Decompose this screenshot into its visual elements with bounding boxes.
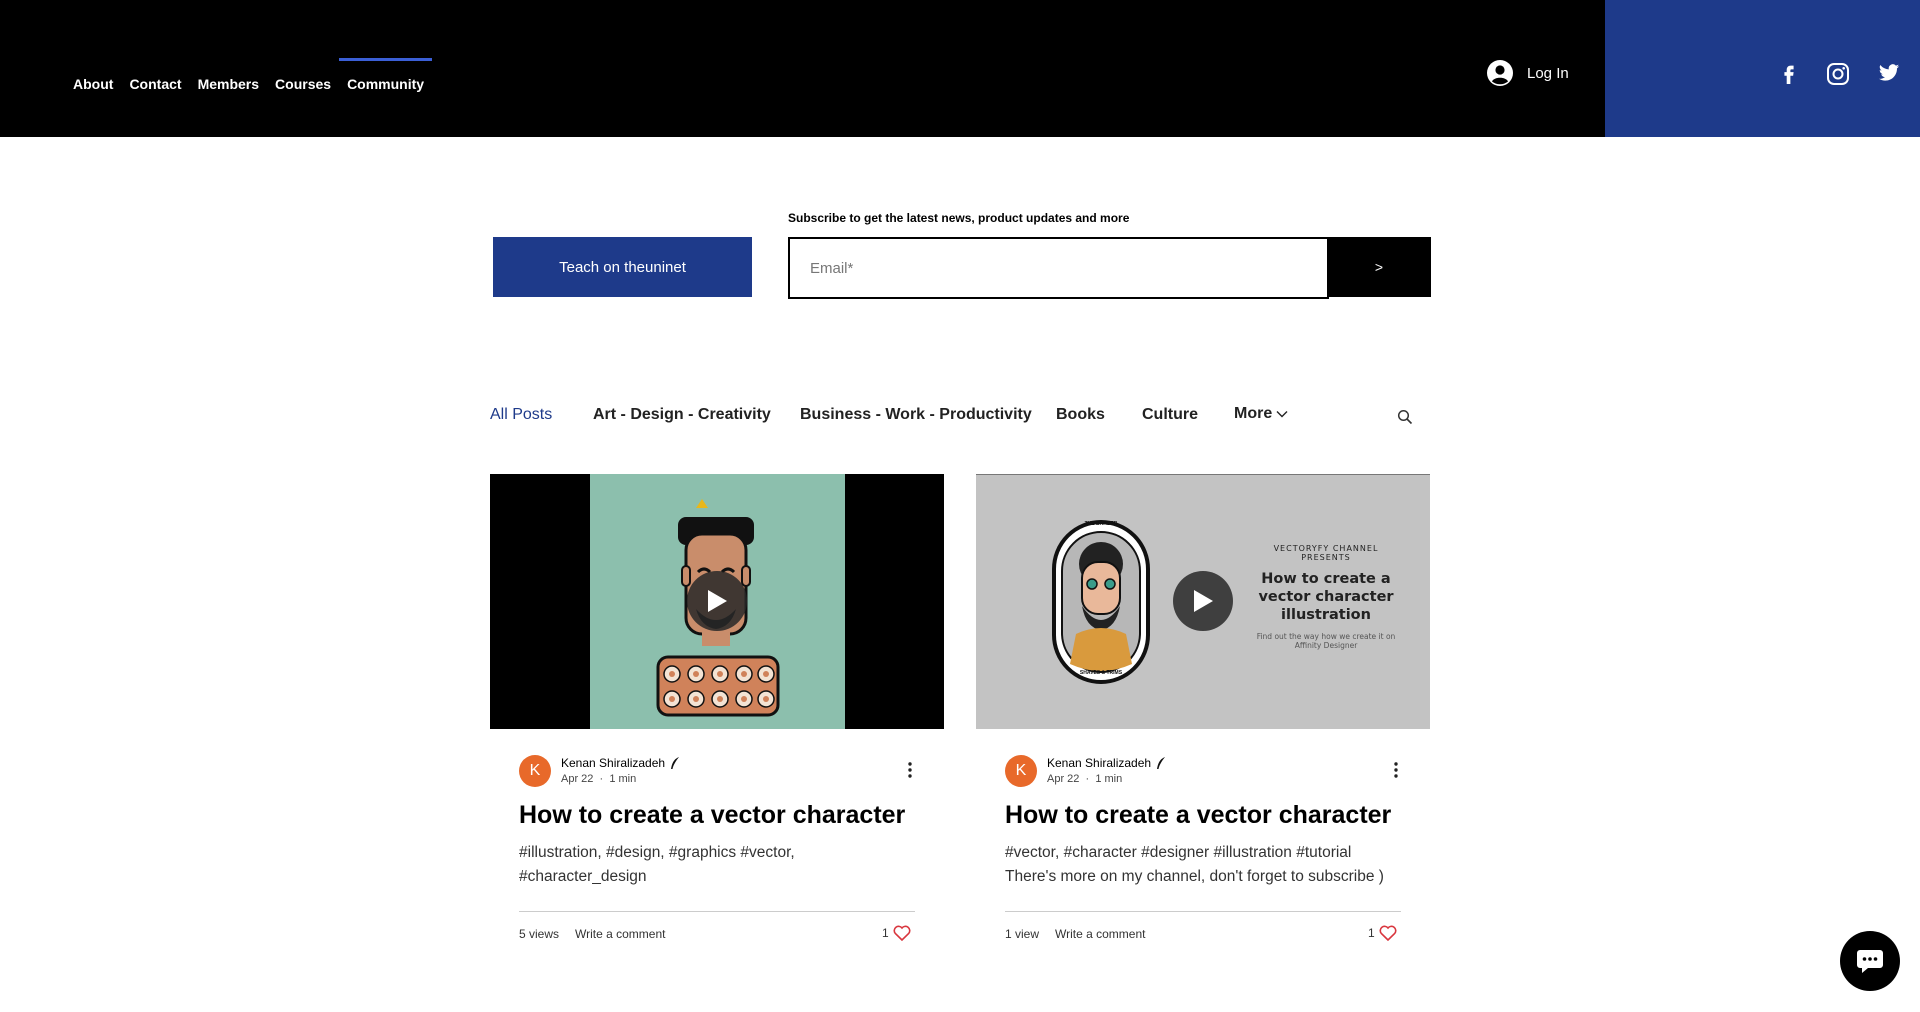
thumb-title-line: illustration [1281, 607, 1371, 623]
like-count: 1 [882, 926, 889, 940]
divider [1005, 911, 1401, 912]
divider [519, 911, 915, 912]
category-more-label: More [1234, 405, 1273, 422]
email-field-wrapper [788, 237, 1329, 299]
teach-button[interactable]: Teach on theuninet [493, 237, 752, 297]
nav-item-about[interactable]: About [65, 58, 121, 106]
play-button[interactable] [687, 571, 747, 631]
category-books[interactable]: Books [1056, 406, 1105, 424]
category-all-posts[interactable]: All Posts [490, 406, 552, 424]
excerpt-line: #character_design [519, 868, 647, 885]
subscribe-submit-button[interactable]: > [1327, 237, 1431, 297]
play-icon [1194, 590, 1213, 612]
chat-icon [1857, 950, 1883, 973]
badge-top-text: THE BARBER [1084, 521, 1118, 527]
post-thumbnail[interactable]: VECTORYFY CHANNEL PRESENTS How to create… [976, 474, 1430, 729]
thumb-title-line: How to create a [1261, 571, 1391, 587]
author-name-label: Kenan Shiralizadeh [1047, 756, 1152, 770]
meta-separator: · [1082, 773, 1093, 785]
facebook-icon[interactable] [1778, 62, 1800, 84]
post-meta: Apr 22 · 1 min [1047, 773, 1122, 785]
like-button[interactable]: 1 [882, 925, 911, 941]
post-meta: Apr 22 · 1 min [561, 773, 636, 785]
social-bar [1605, 0, 1920, 137]
subscribe-heading: Subscribe to get the latest news, produc… [788, 211, 1130, 225]
badge-bottom-text: SHAVES & TRIMS [1079, 670, 1123, 676]
nav-item-courses[interactable]: Courses [267, 58, 339, 106]
post-date: Apr 22 [1047, 773, 1080, 785]
post-title[interactable]: How to create a vector character [519, 801, 905, 830]
post-read-time: 1 min [609, 773, 637, 785]
excerpt-line: #vector, #character #designer #illustrat… [1005, 844, 1352, 861]
post-thumbnail[interactable] [490, 474, 944, 729]
play-button[interactable] [1173, 571, 1233, 631]
author-name-label: Kenan Shiralizadeh [561, 756, 666, 770]
post-card[interactable]: K Kenan Shiralizadeh Apr 22 · 1 min How … [490, 474, 944, 1000]
category-art-design[interactable]: Art - Design - Creativity [593, 406, 771, 424]
search-icon[interactable] [1397, 409, 1413, 430]
avatar[interactable]: K [519, 755, 551, 787]
avatar[interactable]: K [1005, 755, 1037, 787]
quill-icon [671, 757, 680, 769]
chevron-down-icon [1276, 411, 1288, 418]
post-title[interactable]: How to create a vector character [1005, 801, 1391, 830]
post-excerpt: #illustration, #design, #graphics #vecto… [519, 841, 924, 889]
chat-button[interactable] [1840, 931, 1900, 991]
post-read-time: 1 min [1095, 773, 1123, 785]
author-name[interactable]: Kenan Shiralizadeh [561, 756, 681, 770]
quill-icon [1157, 757, 1166, 769]
write-comment-link[interactable]: Write a comment [1055, 927, 1145, 941]
meta-separator: · [596, 773, 607, 785]
like-count: 1 [1368, 926, 1375, 940]
nav-item-contact[interactable]: Contact [121, 58, 189, 106]
post-excerpt: #vector, #character #designer #illustrat… [1005, 841, 1410, 889]
nav-item-members[interactable]: Members [190, 58, 267, 106]
email-field[interactable] [790, 239, 1327, 297]
category-culture[interactable]: Culture [1142, 406, 1198, 424]
nav-item-community[interactable]: Community [339, 58, 433, 106]
login-label: Log In [1527, 64, 1569, 82]
thumb-channel-line: VECTORYFY CHANNEL [1273, 544, 1379, 553]
category-business[interactable]: Business - Work - Productivity [800, 406, 1032, 424]
heart-icon [893, 925, 911, 941]
main-nav: About Contact Members Courses Community [65, 58, 433, 106]
instagram-icon[interactable] [1826, 62, 1850, 86]
user-avatar-icon [1487, 60, 1513, 86]
excerpt-line: There's more on my channel, don't forget… [1005, 868, 1384, 885]
write-comment-link[interactable]: Write a comment [575, 927, 665, 941]
thumb-title-line: vector character [1258, 589, 1394, 605]
post-date: Apr 22 [561, 773, 594, 785]
thumb-subtitle-line: Affinity Designer [1294, 641, 1358, 650]
view-count: 1 view [1005, 927, 1040, 941]
category-more-dropdown[interactable]: More [1234, 405, 1288, 423]
more-options-icon[interactable] [1394, 762, 1398, 783]
thumbnail-overlay-text: VECTORYFY CHANNEL PRESENTS How to create… [1246, 544, 1406, 650]
heart-icon [1379, 925, 1397, 941]
like-button[interactable]: 1 [1368, 925, 1397, 941]
thumb-channel-line: PRESENTS [1301, 553, 1351, 562]
thumb-subtitle-line: Find out the way how we create it on [1256, 632, 1396, 641]
view-count: 5 views [519, 927, 560, 941]
post-card[interactable]: VECTORYFY CHANNEL PRESENTS How to create… [976, 474, 1430, 1000]
login-button[interactable]: Log In [1487, 60, 1569, 86]
twitter-icon[interactable] [1877, 62, 1901, 84]
play-icon [708, 590, 727, 612]
author-name[interactable]: Kenan Shiralizadeh [1047, 756, 1167, 770]
excerpt-line: #illustration, #design, #graphics #vecto… [519, 844, 795, 861]
more-options-icon[interactable] [908, 762, 912, 783]
site-header: About Contact Members Courses Community … [0, 0, 1605, 137]
